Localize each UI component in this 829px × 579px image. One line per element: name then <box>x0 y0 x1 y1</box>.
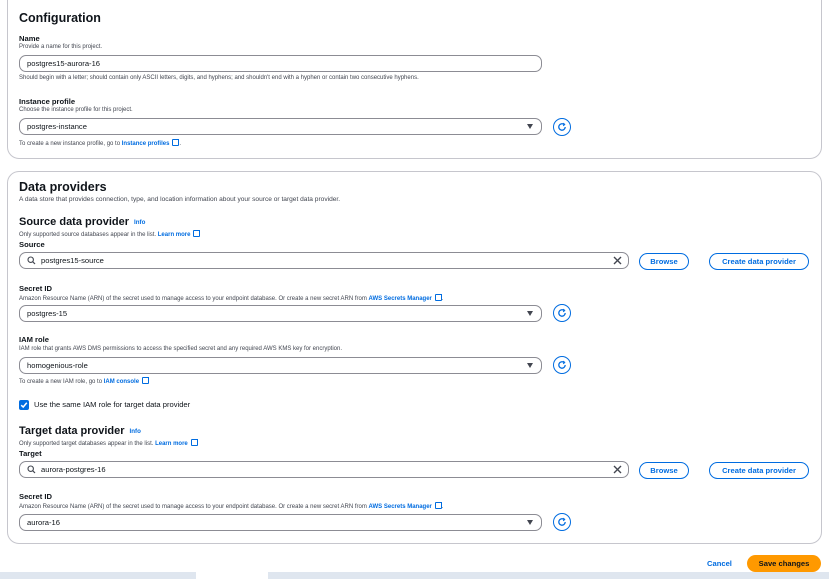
name-description: Provide a name for this project. <box>19 44 103 50</box>
search-icon <box>27 256 36 265</box>
source-learn-more-link[interactable]: Learn more <box>158 232 191 238</box>
instance-profile-hint: To create a new instance profile, go to … <box>19 139 182 147</box>
source-label: Source <box>19 240 45 249</box>
target-secret-description: Amazon Resource Name (ARN) of the secret… <box>19 502 444 510</box>
source-search-input[interactable]: postgres15-source <box>19 252 629 269</box>
refresh-icon <box>558 122 566 131</box>
refresh-target-secret-button[interactable] <box>553 513 571 531</box>
source-value: postgres15-source <box>41 256 104 265</box>
source-secret-description: Amazon Resource Name (ARN) of the secret… <box>19 294 444 302</box>
save-changes-button[interactable]: Save changes <box>747 555 821 572</box>
target-browse-button[interactable]: Browse <box>639 462 689 479</box>
target-learn-more-link[interactable]: Learn more <box>155 441 188 447</box>
external-link-icon <box>190 439 198 446</box>
source-secret-select[interactable]: postgres-15 <box>19 305 542 322</box>
data-providers-title: Data providers <box>19 180 107 194</box>
chevron-down-icon <box>527 520 533 525</box>
chevron-down-icon <box>527 311 533 316</box>
iam-role-label: IAM role <box>19 335 49 344</box>
source-provider-title: Source data provider <box>19 216 130 228</box>
close-icon[interactable] <box>613 256 622 265</box>
target-search-input[interactable]: aurora-postgres-16 <box>19 461 629 478</box>
iam-role-description: IAM role that grants AWS DMS permissions… <box>19 346 343 352</box>
source-browse-button[interactable]: Browse <box>639 253 689 270</box>
instance-profiles-link[interactable]: Instance profiles <box>122 141 170 147</box>
bottom-scroll-track-left <box>0 572 196 579</box>
refresh-icon <box>558 360 566 369</box>
target-create-data-provider-button[interactable]: Create data provider <box>709 462 809 479</box>
iam-role-value: homogenious-role <box>27 361 88 370</box>
external-link-icon <box>142 377 150 384</box>
target-value: aurora-postgres-16 <box>41 465 106 474</box>
target-secret-label: Secret ID <box>19 492 52 501</box>
source-note: Only supported source databases appear i… <box>19 230 201 238</box>
iam-console-link[interactable]: IAM console <box>104 379 139 385</box>
target-secret-value: aurora-16 <box>27 518 60 527</box>
name-input[interactable]: postgres15-aurora-16 <box>19 55 542 72</box>
external-link-icon <box>193 230 201 237</box>
target-note: Only supported target databases appear i… <box>19 439 198 447</box>
same-iam-role-label: Use the same IAM role for target data pr… <box>34 400 191 409</box>
target-provider-title: Target data provider <box>19 425 125 437</box>
refresh-icon <box>558 308 566 317</box>
name-label: Name <box>19 34 40 43</box>
iam-role-hint: To create a new IAM role, go to IAM cons… <box>19 377 150 385</box>
target-secrets-manager-link[interactable]: AWS Secrets Manager <box>369 504 432 510</box>
instance-profile-description: Choose the instance profile for this pro… <box>19 107 133 113</box>
iam-role-select[interactable]: homogenious-role <box>19 357 542 374</box>
refresh-source-secret-button[interactable] <box>553 304 571 322</box>
refresh-icon <box>558 517 566 526</box>
chevron-down-icon <box>527 124 533 129</box>
source-secret-value: postgres-15 <box>27 309 68 318</box>
data-providers-description: A data store that provides connection, t… <box>19 196 341 203</box>
external-link-icon <box>434 502 442 509</box>
source-secret-label: Secret ID <box>19 284 52 293</box>
search-icon <box>27 465 36 474</box>
target-info-link[interactable]: Info <box>130 428 141 435</box>
target-label: Target <box>19 449 42 458</box>
target-secret-select[interactable]: aurora-16 <box>19 514 542 531</box>
configuration-title: Configuration <box>19 11 101 25</box>
source-create-data-provider-button[interactable]: Create data provider <box>709 253 809 270</box>
close-icon[interactable] <box>613 465 622 474</box>
cancel-button[interactable]: Cancel <box>707 559 732 568</box>
external-link-icon <box>172 139 180 146</box>
check-icon <box>20 402 28 409</box>
target-provider-heading: Target data provider Info <box>19 425 141 437</box>
refresh-iam-role-button[interactable] <box>553 356 571 374</box>
source-secrets-manager-link[interactable]: AWS Secrets Manager <box>369 296 432 302</box>
chevron-down-icon <box>527 363 533 368</box>
external-link-icon <box>434 294 442 301</box>
same-iam-role-checkbox[interactable] <box>19 400 29 410</box>
instance-profile-select[interactable]: postgres-instance <box>19 118 542 135</box>
bottom-scroll-track-right <box>268 572 829 579</box>
name-constraint: Should begin with a letter; should conta… <box>19 75 419 81</box>
source-info-link[interactable]: Info <box>134 219 145 226</box>
instance-profile-value: postgres-instance <box>27 122 87 131</box>
refresh-instance-profiles-button[interactable] <box>553 118 571 136</box>
source-provider-heading: Source data provider Info <box>19 216 145 228</box>
instance-profile-label: Instance profile <box>19 97 76 106</box>
